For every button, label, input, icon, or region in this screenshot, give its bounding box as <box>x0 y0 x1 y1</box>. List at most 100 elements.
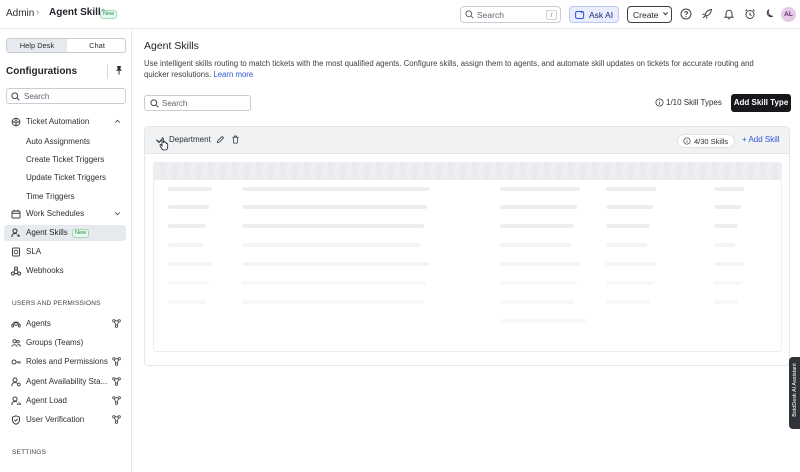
skeleton-cell <box>606 262 656 266</box>
ask-ai-label: Ask AI <box>589 10 614 20</box>
sidebar-item-agent-availability[interactable]: Agent Availability Sta... <box>4 374 126 390</box>
sidebar-item-roles-permissions[interactable]: Roles and Permissions <box>4 354 126 370</box>
product-switcher: Help Desk Chat <box>6 38 126 53</box>
info-icon <box>683 137 691 147</box>
sidebar-item-user-verification[interactable]: User Verification <box>4 412 126 428</box>
pencil-icon[interactable] <box>216 135 225 146</box>
breadcrumb-admin[interactable]: Admin <box>6 8 34 19</box>
skeleton-cell <box>714 262 744 266</box>
breadcrumb-current: Agent Skills <box>49 7 107 18</box>
skeleton-cell <box>242 300 424 304</box>
skeleton-cell <box>168 205 209 209</box>
mouse-cursor-icon <box>159 137 169 153</box>
group-icon <box>11 338 21 350</box>
sidebar-item-update-ticket-triggers[interactable]: Update Ticket Triggers <box>26 173 106 182</box>
skeleton-cell <box>500 224 574 228</box>
sidebar-item-label: Agents <box>26 319 51 328</box>
sidebar-item-label: Ticket Automation <box>26 117 90 126</box>
sidebar-item-label: Agent Skills <box>26 228 68 237</box>
section-users-permissions: USERS AND PERMISSIONS <box>12 300 101 307</box>
search-icon <box>150 99 159 110</box>
hierarchy-icon <box>112 415 121 426</box>
rocket-icon[interactable] <box>701 8 713 20</box>
skeleton-cell <box>242 187 430 191</box>
skill-type-header: Department 4/30 Skills + Add Skill <box>145 127 789 154</box>
sidebar-item-groups[interactable]: Groups (Teams) <box>4 335 126 351</box>
skills-table-loading <box>153 162 782 352</box>
skill-type-name: Department <box>169 135 211 144</box>
divider <box>107 64 108 79</box>
ai-assistant-label: BoldDesk AI Assistant <box>792 363 798 417</box>
skeleton-cell <box>168 262 212 266</box>
skeleton-cell <box>714 187 744 191</box>
main-content: Agent Skills Use intelligent skills rout… <box>132 29 800 472</box>
learn-more-link[interactable]: Learn more <box>213 70 253 79</box>
sidebar-item-create-ticket-triggers[interactable]: Create Ticket Triggers <box>26 155 104 164</box>
sidebar-item-webhooks[interactable]: Webhooks <box>4 263 126 279</box>
skeleton-cell <box>714 243 735 247</box>
sidebar-item-label: Roles and Permissions <box>26 357 108 366</box>
page-title: Agent Skills <box>144 40 199 52</box>
sidebar-item-agent-load[interactable]: Agent Load <box>4 393 126 409</box>
skeleton-cell <box>606 281 653 285</box>
sidebar-item-time-triggers[interactable]: Time Triggers <box>26 192 75 201</box>
webhook-icon <box>11 266 21 278</box>
shield-check-icon <box>11 415 21 427</box>
search-shortcut-key: / <box>546 10 557 20</box>
skeleton-cell <box>500 187 580 191</box>
skeleton-cell <box>606 300 650 304</box>
skeleton-cell <box>606 205 653 209</box>
skills-search-placeholder: Search <box>162 99 188 108</box>
skeleton-cell <box>242 205 427 209</box>
skeleton-cell <box>242 281 427 285</box>
skeleton-cell <box>168 224 206 228</box>
page-description: Use intelligent skills routing to match … <box>144 58 774 80</box>
ask-ai-button[interactable]: Ask AI <box>569 6 619 23</box>
skeleton-cell <box>242 262 430 266</box>
sidebar-item-agent-skills[interactable]: Agent Skills New <box>4 225 126 241</box>
info-icon <box>655 98 664 109</box>
hierarchy-icon <box>112 377 121 388</box>
sidebar-search-input[interactable]: Search <box>6 88 126 104</box>
add-skill-type-button[interactable]: Add Skill Type <box>731 94 791 112</box>
chevron-down-icon <box>114 210 121 219</box>
tab-chat[interactable]: Chat <box>67 39 125 52</box>
skeleton-cell <box>500 262 580 266</box>
skeleton-cell <box>500 300 574 304</box>
help-icon[interactable] <box>680 8 692 20</box>
sidebar-item-label: Agent Availability Sta... <box>26 377 108 386</box>
user-avatar[interactable]: AL <box>781 7 796 22</box>
key-icon <box>11 357 21 369</box>
sidebar-title: Configurations <box>6 66 78 77</box>
moon-icon[interactable] <box>764 8 776 20</box>
pin-icon[interactable] <box>114 65 124 77</box>
sidebar-item-label: Webhooks <box>26 266 64 275</box>
agent-icon <box>11 319 21 331</box>
sidebar-item-agents[interactable]: Agents <box>4 316 126 332</box>
breadcrumb-separator: › <box>36 7 40 18</box>
skeleton-cell <box>714 224 738 228</box>
skills-search-input[interactable]: Search <box>144 95 251 111</box>
skeleton-cell <box>168 187 212 191</box>
skeleton-cell <box>168 300 206 304</box>
bell-icon[interactable] <box>723 8 735 20</box>
hierarchy-icon <box>112 357 121 368</box>
sidebar-item-work-schedules[interactable]: Work Schedules <box>4 206 126 222</box>
automation-icon <box>11 117 21 129</box>
trash-icon[interactable] <box>231 135 240 146</box>
calendar-icon <box>11 209 21 221</box>
tab-help-desk[interactable]: Help Desk <box>7 39 67 52</box>
sidebar-item-ticket-automation[interactable]: Ticket Automation <box>4 114 126 130</box>
sidebar-item-auto-assignments[interactable]: Auto Assignments <box>26 137 90 146</box>
add-skill-button[interactable]: + Add Skill <box>742 135 780 144</box>
skill-types-label: 1/10 Skill Types <box>666 98 722 107</box>
create-dropdown[interactable]: Create <box>627 6 672 23</box>
alarm-clock-icon[interactable] <box>744 8 756 20</box>
ai-assistant-tab[interactable]: BoldDesk AI Assistant <box>789 357 800 429</box>
skeleton-cell <box>242 224 424 228</box>
user-load-icon <box>11 396 21 408</box>
skills-count-pill: 4/30 Skills <box>677 134 735 148</box>
global-search-input[interactable]: Search / <box>460 6 561 23</box>
sidebar-item-sla[interactable]: SLA <box>4 244 126 260</box>
sidebar-item-label: SLA <box>26 247 42 256</box>
